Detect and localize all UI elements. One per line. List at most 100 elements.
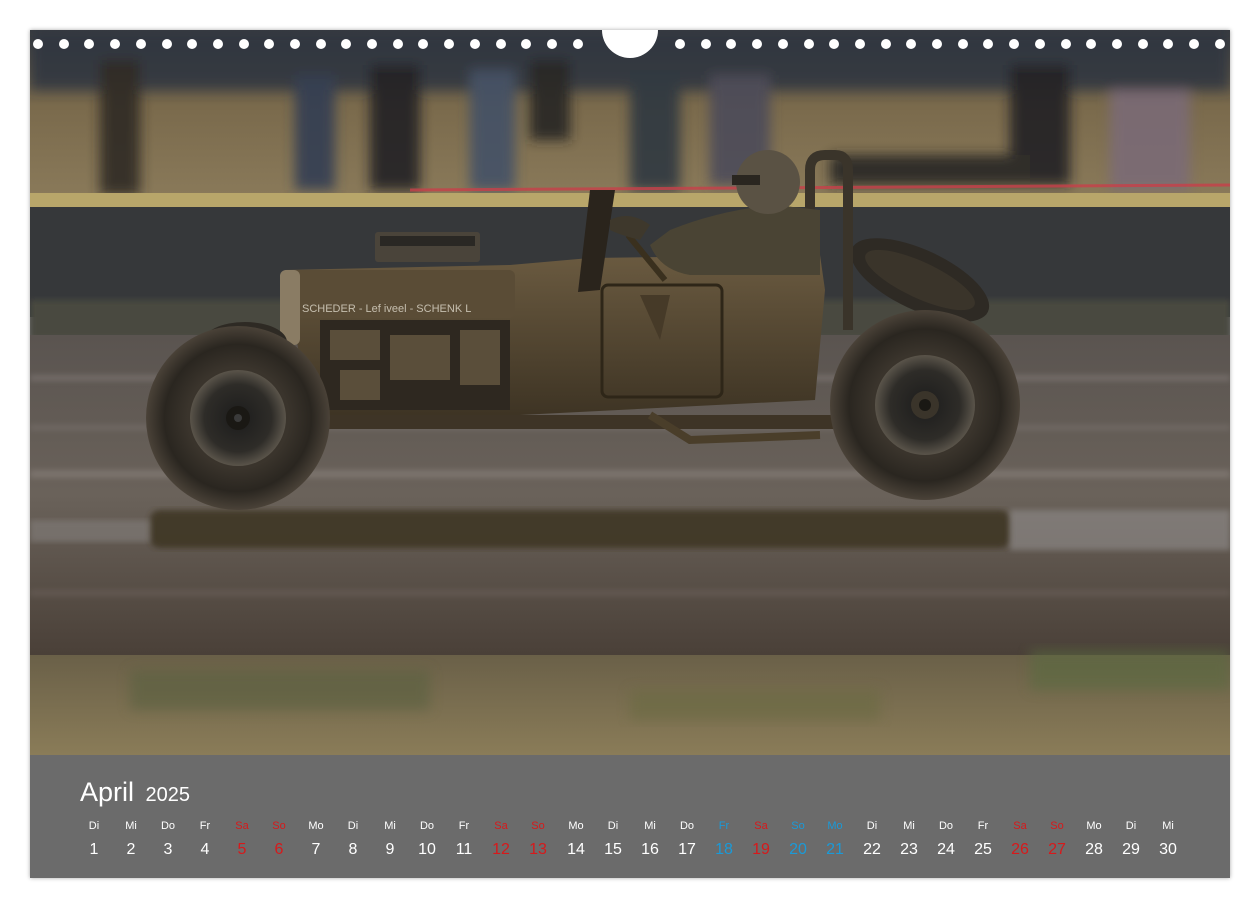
day-cell: Do 3 — [153, 819, 183, 859]
binding-hole — [906, 39, 916, 49]
weekday-label: Fr — [199, 820, 211, 832]
photo-illustration: SCHEDER - Lef iveel - SCHENK L — [30, 30, 1230, 755]
day-cell: Di 1 — [79, 819, 109, 859]
day-cell: Mi 9 — [375, 819, 405, 859]
weekday-label: Fr — [977, 820, 989, 832]
day-cell: Mo 21 — [820, 819, 850, 859]
day-cell: Fr 4 — [190, 819, 220, 859]
binding-hole — [752, 39, 762, 49]
day-number: 16 — [641, 841, 659, 858]
binding-hole — [496, 39, 506, 49]
day-cell: Mo 28 — [1079, 819, 1109, 859]
day-number: 19 — [752, 841, 770, 858]
binding-hole — [367, 39, 377, 49]
binding-hole — [264, 39, 274, 49]
day-cell: Do 10 — [412, 819, 442, 859]
day-number: 14 — [567, 841, 585, 858]
day-cell: Fr 18 — [709, 819, 739, 859]
day-number: 21 — [826, 841, 844, 858]
binding-hole — [881, 39, 891, 49]
binding-hole — [316, 39, 326, 49]
binding-hole — [1189, 39, 1199, 49]
day-number: 2 — [126, 841, 136, 858]
day-number: 11 — [455, 841, 473, 858]
day-cell: So 6 — [264, 819, 294, 859]
weekday-label: Sa — [235, 820, 249, 832]
weekday-label: Fr — [458, 820, 470, 832]
hot-rod-photo: SCHEDER - Lef iveel - SCHENK L — [30, 30, 1230, 755]
binding-hole — [239, 39, 249, 49]
day-cell: Sa 26 — [1005, 819, 1035, 859]
binding-hole — [675, 39, 685, 49]
binding-hole — [778, 39, 788, 49]
binding-hole — [573, 39, 583, 49]
calendar-page: SCHEDER - Lef iveel - SCHENK L April 202… — [30, 30, 1230, 878]
day-number: 9 — [385, 841, 395, 858]
weekday-label: Di — [347, 820, 359, 832]
binding-hole — [829, 39, 839, 49]
binding-hole — [444, 39, 454, 49]
day-cell: Fr 25 — [968, 819, 998, 859]
weekday-label: Di — [1125, 820, 1137, 832]
binding-hole — [1112, 39, 1122, 49]
day-number: 15 — [604, 841, 622, 858]
binding-hole — [187, 39, 197, 49]
day-number: 29 — [1122, 841, 1140, 858]
day-cell: Mo 7 — [301, 819, 331, 859]
day-number: 26 — [1011, 841, 1029, 858]
day-number: 3 — [163, 841, 173, 858]
binding-hole — [726, 39, 736, 49]
day-number: 28 — [1085, 841, 1103, 858]
weekday-label: Do — [419, 820, 435, 832]
binding-hole — [1138, 39, 1148, 49]
binding-hole — [110, 39, 120, 49]
weekday-label: Mi — [125, 820, 137, 832]
binding-hole — [1061, 39, 1071, 49]
car-lettering: SCHEDER - Lef iveel - SCHENK L — [302, 303, 471, 315]
day-cell: Do 24 — [931, 819, 961, 859]
day-number: 18 — [715, 841, 733, 858]
weekday-label: So — [791, 820, 805, 832]
weekday-label: Mo — [827, 820, 843, 832]
day-number: 17 — [678, 841, 696, 858]
day-cell: Mi 16 — [635, 819, 665, 859]
weekday-label: Di — [607, 820, 619, 832]
day-number: 25 — [974, 841, 992, 858]
weekday-label: Mo — [1086, 820, 1102, 832]
day-number: 8 — [348, 841, 358, 858]
day-cell: Do 17 — [672, 819, 702, 859]
binding-hole — [932, 39, 942, 49]
weekday-label: Sa — [754, 820, 768, 832]
weekday-label: Mi — [1162, 820, 1174, 832]
day-number: 20 — [789, 841, 807, 858]
month-name: April — [80, 777, 135, 807]
binding-hole — [1163, 39, 1173, 49]
day-number: 27 — [1048, 841, 1066, 858]
day-cell: Mi 2 — [116, 819, 146, 859]
weekday-label: Do — [938, 820, 954, 832]
weekday-label: Di — [866, 820, 878, 832]
day-cell: Fr 11 — [449, 819, 479, 859]
weekday-label: So — [272, 820, 286, 832]
day-cell: Sa 5 — [227, 819, 257, 859]
weekday-label: Sa — [494, 820, 508, 832]
calendar-band: April 2025 Di 1 Mi 2 Do 3 Fr 4 Sa 5 So 6 Mo 7 Di 8 Mi 9 Do… — [30, 755, 1230, 878]
day-cell: Sa 12 — [486, 819, 516, 859]
month-title: April 2025 — [80, 777, 190, 808]
binding-hole — [341, 39, 351, 49]
binding-hole — [983, 39, 993, 49]
day-number: 6 — [274, 841, 284, 858]
weekday-label: Mi — [644, 820, 656, 832]
binding-hole — [290, 39, 300, 49]
binding-hole — [804, 39, 814, 49]
binding-hole — [855, 39, 865, 49]
day-number: 12 — [492, 841, 510, 858]
binding-hole — [701, 39, 711, 49]
day-number: 5 — [237, 841, 247, 858]
weekday-label: Mi — [903, 820, 915, 832]
day-cell: So 13 — [523, 819, 553, 859]
binding-hole — [1086, 39, 1096, 49]
day-number: 7 — [311, 841, 321, 858]
day-cell: Mi 30 — [1153, 819, 1183, 859]
weekday-label: Mi — [384, 820, 396, 832]
